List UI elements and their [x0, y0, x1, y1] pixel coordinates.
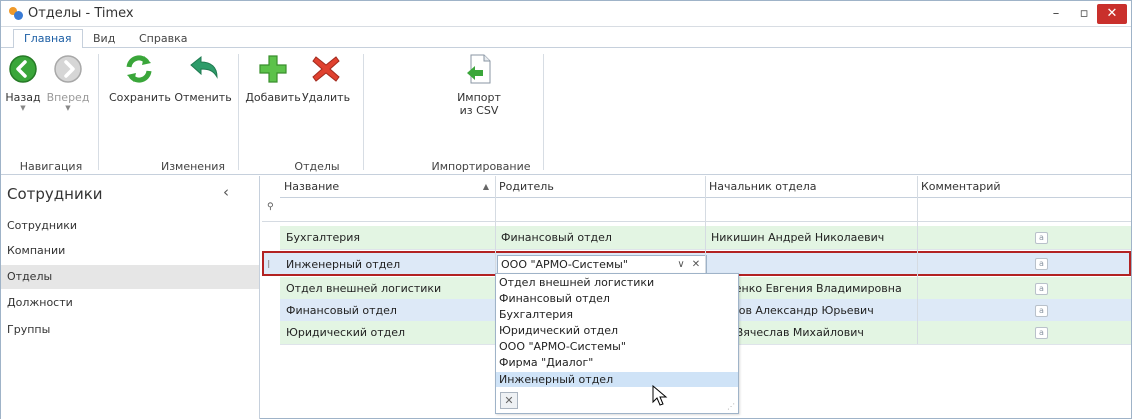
tab-home[interactable]: Главная [13, 29, 83, 49]
group-separator [238, 54, 239, 170]
mouse-pointer-icon [652, 385, 668, 406]
dropdown-option[interactable]: Фирма "Диалог" [496, 355, 738, 370]
ribbon-tabs: Главная Вид Справка [1, 28, 1131, 49]
group-separator [363, 54, 364, 170]
back-arrow-icon [9, 55, 37, 83]
column-header-head[interactable]: Начальник отдела [705, 176, 917, 198]
cell-name: Бухгалтерия [286, 231, 361, 244]
column-divider [917, 176, 918, 344]
nav-item-departments[interactable]: Отделы [1, 265, 259, 289]
app-window: Отделы - Timex – ▫ ✕ Главная Вид Справка… [0, 0, 1132, 419]
undo-button[interactable]: Отменить [173, 53, 233, 104]
dropdown-option-highlighted[interactable]: Инженерный отдел [496, 372, 738, 387]
dropdown-option[interactable]: ООО "АРМО-Системы" [496, 339, 738, 354]
column-header-name[interactable]: Название ▲ [280, 176, 495, 198]
group-label-navigation: Навигация [19, 160, 83, 173]
tab-view[interactable]: Вид [83, 30, 125, 48]
cell-name: Финансовый отдел [286, 304, 397, 317]
dropdown-clear-icon[interactable]: ✕ [500, 392, 518, 409]
refresh-save-icon [126, 55, 152, 83]
filter-pin-icon: ⚲ [267, 202, 274, 212]
back-dropdown-icon: ▼ [20, 104, 26, 112]
nav-item-companies[interactable]: Компании [1, 239, 259, 263]
cell-parent: Финансовый отдел [501, 231, 612, 244]
app-users-icon [9, 7, 23, 21]
sort-ascending-icon: ▲ [482, 182, 489, 191]
cell-head: Никишин Андрей Николаевич [711, 231, 885, 244]
import-label-line2: из CSV [459, 104, 499, 117]
comment-memo-icon[interactable]: a [1035, 327, 1048, 339]
undo-arrow-icon [190, 55, 218, 79]
ribbon: Назад ▼ Вперед ▼ Навигация Сохранить Отм… [1, 48, 1131, 175]
delete-label: Удалить [301, 91, 351, 104]
forward-dropdown-icon: ▼ [65, 104, 71, 112]
dropdown-chevron-icon[interactable]: ∨ [674, 257, 688, 273]
cell-name: Инженерный отдел [286, 258, 401, 271]
dropdown-option[interactable]: Финансовый отдел [496, 291, 738, 306]
nav-panel: Сотрудники ‹ Сотрудники Компании Отделы … [1, 176, 260, 419]
close-button[interactable]: ✕ [1097, 4, 1127, 24]
plus-icon [259, 55, 287, 83]
column-header-comment[interactable]: Комментарий [917, 176, 1131, 198]
window-title: Отделы - Timex [28, 6, 134, 21]
import-csv-button[interactable]: Импорт из CSV [449, 53, 509, 117]
collapse-chevron-icon[interactable]: ‹ [223, 183, 229, 201]
resize-grip-icon[interactable]: ⋰ [727, 402, 735, 411]
tab-help[interactable]: Справка [129, 30, 197, 48]
maximize-button[interactable]: ▫ [1069, 1, 1099, 27]
comment-memo-icon[interactable]: a [1035, 258, 1048, 270]
group-label-departments: Отделы [294, 160, 340, 173]
nav-item-positions[interactable]: Должности [1, 291, 259, 315]
dropdown-option[interactable]: Отдел внешней логистики [496, 275, 738, 290]
cell-name: Юридический отдел [286, 326, 406, 339]
add-label: Добавить [245, 91, 301, 104]
clear-value-icon[interactable]: ✕ [689, 257, 703, 273]
nav-item-groups[interactable]: Группы [1, 318, 259, 342]
group-label-changes: Изменения [160, 160, 226, 173]
group-separator [543, 54, 544, 170]
nav-header: Сотрудники [7, 185, 103, 203]
group-separator [98, 54, 99, 170]
row-indicator-icon: I [267, 258, 271, 271]
save-button[interactable]: Сохранить [109, 53, 171, 104]
parent-combobox-value: ООО "АРМО-Системы" [501, 258, 628, 271]
parent-dropdown-list: Отдел внешней логистики Финансовый отдел… [495, 273, 739, 414]
dropdown-option[interactable]: Юридический отдел [496, 323, 738, 338]
dropdown-option[interactable]: Бухгалтерия [496, 307, 738, 322]
delete-button[interactable]: Удалить [301, 53, 351, 104]
minimize-button[interactable]: – [1041, 1, 1071, 27]
add-button[interactable]: Добавить [245, 53, 301, 104]
delete-x-icon [312, 56, 340, 82]
undo-label: Отменить [174, 91, 232, 104]
cell-name: Отдел внешней логистики [286, 282, 442, 295]
column-header-name-label: Название [284, 180, 340, 193]
comment-memo-icon[interactable]: a [1035, 283, 1048, 295]
back-label: Назад [5, 91, 41, 104]
title-bar: Отделы - Timex – ▫ ✕ [1, 1, 1131, 27]
forward-arrow-icon [54, 55, 82, 83]
back-button[interactable]: Назад ▼ [3, 53, 43, 112]
parent-combobox[interactable]: ООО "АРМО-Системы" ∨ ✕ [497, 255, 707, 275]
save-label: Сохранить [109, 91, 171, 104]
group-label-import: Импортирование [431, 160, 531, 173]
comment-memo-icon[interactable]: a [1035, 305, 1048, 317]
forward-label: Вперед [46, 91, 90, 104]
column-header-parent[interactable]: Родитель [495, 176, 705, 198]
import-file-icon [467, 54, 491, 84]
comment-memo-icon[interactable]: a [1035, 232, 1048, 244]
forward-button[interactable]: Вперед ▼ [45, 53, 91, 112]
filter-row[interactable]: ⚲ [262, 198, 1131, 222]
import-label-line1: Импорт [457, 91, 501, 104]
nav-item-employees[interactable]: Сотрудники [1, 214, 259, 238]
